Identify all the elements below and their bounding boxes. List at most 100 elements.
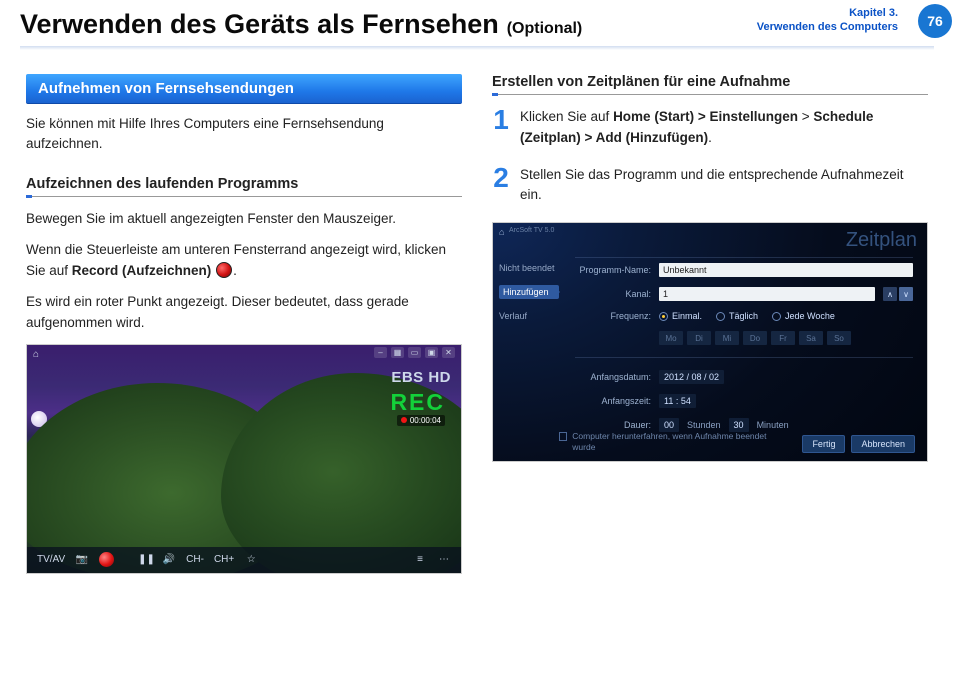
duration-hours-field[interactable]: 00: [659, 418, 679, 432]
ok-button[interactable]: Fertig: [802, 435, 845, 453]
paragraph-2c: .: [233, 263, 237, 278]
step-1-text: Klicken Sie auf Home (Start) > Einstellu…: [520, 107, 928, 149]
step-1-b: Home (Start) > Einstellungen: [613, 109, 798, 124]
step-2: 2 Stellen Sie das Programm und die entsp…: [492, 165, 928, 207]
lead-text: Sie können mit Hilfe Ihres Computers ein…: [26, 114, 462, 155]
right-column: Erstellen von Zeitplänen für eine Aufnah…: [492, 74, 928, 574]
schedule-sidebar: Nicht beendet Hinzufügen Verlauf: [499, 263, 559, 321]
sidebar-item-add[interactable]: Hinzufügen: [499, 285, 559, 299]
rec-dot-icon: [401, 417, 407, 423]
day-mi[interactable]: Mi: [715, 331, 739, 345]
duration-minutes-field[interactable]: 30: [729, 418, 749, 432]
step-1: 1 Klicken Sie auf Home (Start) > Einstel…: [492, 107, 928, 149]
radio-weekly[interactable]: Jede Woche: [772, 311, 835, 321]
paragraph-1: Bewegen Sie im aktuell angezeigten Fenst…: [26, 209, 462, 230]
tv-screenshot: ⌂ – ▦ ▭ ▣ ✕ EBS HD REC 00:00:04 TV/AV 📷 …: [26, 344, 462, 574]
channel-down-button[interactable]: CH-: [186, 554, 204, 565]
section-heading-recording: Aufnehmen von Fernsehsendungen: [26, 74, 462, 104]
rec-time-pill: 00:00:04: [397, 415, 445, 426]
subheading-underline: [26, 196, 462, 197]
page-number-badge: 76: [918, 4, 952, 38]
close-icon[interactable]: ▣: [425, 347, 438, 358]
day-sa[interactable]: Sa: [799, 331, 823, 345]
maximize-icon[interactable]: ▭: [408, 347, 421, 358]
x-icon[interactable]: ✕: [442, 347, 455, 358]
radio-daily[interactable]: Täglich: [716, 311, 758, 321]
step-1-c: >: [798, 109, 813, 124]
step-2-text: Stellen Sie das Programm und die entspre…: [520, 165, 928, 207]
chapter-title: Verwenden des Computers: [757, 20, 898, 34]
radio-once[interactable]: Einmal.: [659, 311, 702, 321]
sched-home-icon[interactable]: ⌂: [499, 227, 504, 237]
channel-up-icon[interactable]: ∧: [883, 287, 897, 301]
paragraph-2: Wenn die Steuerleiste am unteren Fenster…: [26, 240, 462, 282]
pause-icon[interactable]: ❚❚: [138, 554, 152, 565]
row-start-date: Anfangsdatum: 2012 / 08 / 02: [575, 370, 913, 384]
row-duration: Dauer: 00 Stunden 30 Minuten: [575, 418, 913, 432]
record-button[interactable]: [99, 552, 114, 567]
day-do[interactable]: Do: [743, 331, 767, 345]
page-number: 76: [927, 13, 943, 29]
rec-time: 00:00:04: [410, 416, 441, 425]
start-date-field[interactable]: 2012 / 08 / 02: [659, 370, 724, 384]
sidebar-item-pending[interactable]: Nicht beendet: [499, 263, 559, 273]
tv-control-bar: TV/AV 📷 ❚❚ 🔊 CH- CH+ ☆ ≡ ⋯: [27, 547, 461, 573]
label-start-date: Anfangsdatum:: [575, 372, 651, 382]
step-1-a: Klicken Sie auf: [520, 109, 613, 124]
channel-up-button[interactable]: CH+: [214, 554, 234, 565]
more-icon[interactable]: ⋯: [437, 554, 451, 565]
label-channel: Kanal:: [575, 289, 651, 299]
row-program-name: Programm-Name: Unbekannt: [575, 263, 913, 277]
shutdown-checkbox-row[interactable]: Computer herunterfahren, wenn Aufnahme b…: [559, 431, 769, 453]
record-label-bold: Record (Aufzeichnen): [72, 263, 212, 278]
channel-dropdown-icon[interactable]: ∨: [899, 287, 913, 301]
list-icon[interactable]: ≡: [413, 554, 427, 565]
label-program-name: Programm-Name:: [575, 265, 651, 275]
minimize-icon[interactable]: –: [374, 347, 387, 358]
cancel-button[interactable]: Abbrechen: [851, 435, 915, 453]
radio-dot-icon: [772, 312, 781, 321]
page-title: Verwenden des Geräts als Fernsehen: [20, 10, 499, 40]
channel-name: EBS HD: [391, 369, 451, 386]
chapter-number: Kapitel 3.: [757, 6, 898, 20]
channel-field[interactable]: 1: [659, 287, 875, 301]
camera-icon[interactable]: 📷: [75, 554, 89, 565]
tvav-button[interactable]: TV/AV: [37, 554, 65, 565]
schedule-screenshot: ⌂ ArcSoft TV 5.0 Zeitplan Nicht beendet …: [492, 222, 928, 462]
checkbox-icon[interactable]: [559, 432, 567, 441]
day-di[interactable]: Di: [687, 331, 711, 345]
sidebar-item-history[interactable]: Verlauf: [499, 311, 559, 321]
volume-icon[interactable]: 🔊: [162, 554, 176, 565]
subheading-schedule: Erstellen von Zeitplänen für eine Aufnah…: [492, 74, 928, 90]
unit-minutes: Minuten: [757, 420, 789, 430]
page-title-optional: (Optional): [507, 20, 583, 38]
left-column: Aufnehmen von Fernsehsendungen Sie könne…: [26, 74, 462, 574]
paragraph-3: Es wird ein roter Punkt angezeigt. Diese…: [26, 292, 462, 334]
shutdown-label: Computer herunterfahren, wenn Aufnahme b…: [572, 431, 769, 453]
sched-app-name: ArcSoft TV 5.0: [509, 227, 554, 234]
day-so[interactable]: So: [827, 331, 851, 345]
home-icon[interactable]: ⌂: [33, 349, 39, 360]
day-fr[interactable]: Fr: [771, 331, 795, 345]
subheading-underline-2: [492, 94, 928, 95]
label-frequency: Frequenz:: [575, 311, 651, 321]
unit-hours: Stunden: [687, 420, 721, 430]
star-icon[interactable]: ☆: [244, 554, 258, 565]
program-name-field[interactable]: Unbekannt: [659, 263, 913, 277]
form-divider: [575, 357, 913, 358]
start-time-field[interactable]: 11 : 54: [659, 394, 696, 408]
schedule-title: Zeitplan: [846, 229, 917, 252]
schedule-actions: Fertig Abbrechen: [802, 435, 915, 453]
divider: [575, 257, 913, 258]
grid-icon[interactable]: ▦: [391, 347, 404, 358]
radio-dot-on-icon: [659, 312, 668, 321]
step-1-e: .: [708, 130, 712, 145]
radio-weekly-label: Jede Woche: [785, 311, 835, 321]
radio-dot-icon: [716, 312, 725, 321]
day-mo[interactable]: Mo: [659, 331, 683, 345]
window-controls: – ▦ ▭ ▣ ✕: [374, 347, 455, 358]
subheading-current-program: Aufzeichnen des laufenden Programms: [26, 176, 462, 192]
header-divider: [20, 46, 934, 50]
row-start-time: Anfangszeit: 11 : 54: [575, 394, 913, 408]
record-dot-icon: [216, 262, 232, 278]
